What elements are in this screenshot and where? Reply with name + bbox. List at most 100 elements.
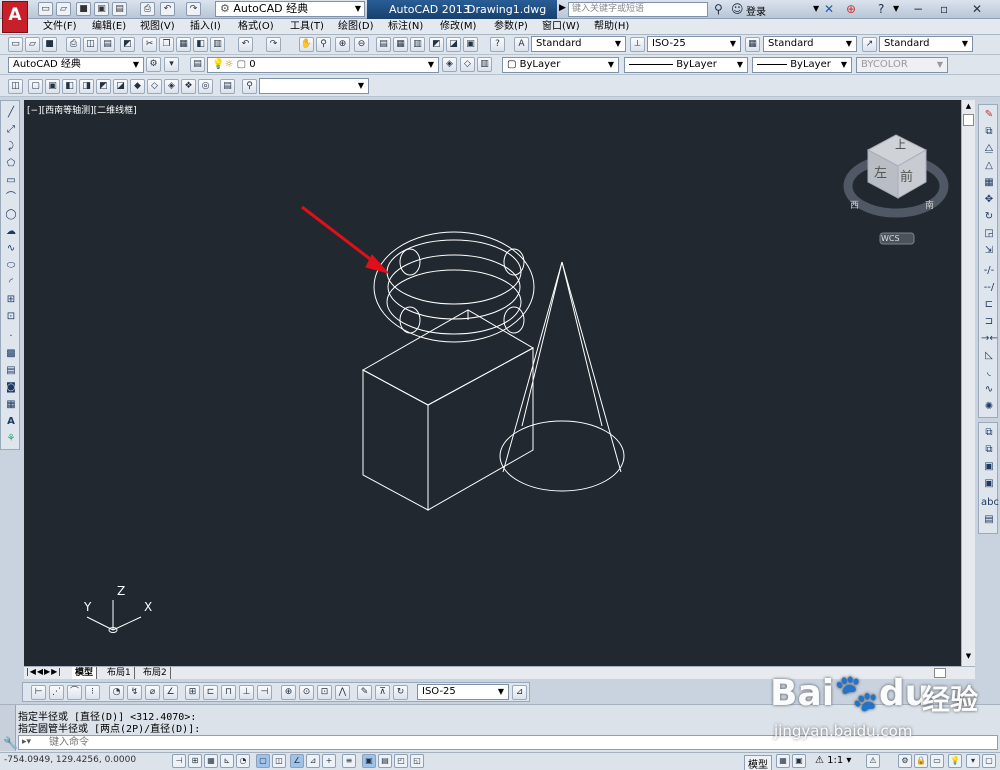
wcs-menu[interactable]: WCS [881,234,900,243]
gradient-icon[interactable]: ▤ [3,363,19,379]
quick-view-drawings-icon[interactable]: ▣ [792,754,806,768]
pan-icon[interactable]: ✋ [299,37,314,52]
bring-above-icon[interactable]: ▣ [981,459,997,475]
insert-block-icon[interactable]: ⊞ [3,292,19,308]
osnap-icon[interactable]: ▢ [256,754,270,768]
view-back-icon[interactable]: ◪ [113,79,128,94]
bring-front-icon[interactable]: ⧉ [981,425,997,441]
coordinates-readout[interactable]: -754.0949, 129.4256, 0.0000 [4,755,136,765]
scroll-down-icon[interactable]: ▼ [963,652,974,663]
multileader-style-dropdown[interactable]: Standard ▼ [879,36,973,52]
annotation-visibility-icon[interactable]: ⚠ [866,754,880,768]
construction-line-icon[interactable]: ⤢ [3,122,19,138]
table-style-icon[interactable]: ▦ [745,37,760,52]
zoom-previous-icon[interactable]: ⊖ [354,37,369,52]
quick-view-layouts-icon[interactable]: ▦ [776,754,790,768]
workspace-toolbar-dropdown[interactable]: AutoCAD 经典 ▼ [8,57,144,73]
lineweight-icon[interactable]: ≡ [342,754,356,768]
view-dropdown[interactable]: ▼ [259,78,369,94]
dim-style-manager-icon[interactable]: ⊿ [512,685,527,700]
undo-toolbar-icon[interactable]: ↶ [238,37,253,52]
publish-toolbar-icon[interactable]: ▤ [100,37,115,52]
workspace-dropdown[interactable]: ⚙ AutoCAD 经典 ▼ [215,1,365,17]
circle-icon[interactable]: ◯ [3,207,19,223]
offset-icon[interactable]: △ [981,158,997,174]
inspection-icon[interactable]: ⊡ [317,685,332,700]
blend-icon[interactable]: ∿ [981,382,997,398]
visual-style-icon[interactable]: ▤ [220,79,235,94]
join-icon[interactable]: →← [981,331,998,347]
close-icon[interactable]: ✕ [972,2,982,17]
tab-layout1[interactable]: 布局1 [104,667,135,679]
workspace-settings-icon[interactable]: ⚙ [146,57,161,72]
spline-icon[interactable]: ∿ [3,241,19,257]
tool-palettes-icon[interactable]: ▥ [410,37,425,52]
help-toolbar-icon[interactable]: ? [490,37,505,52]
menu-dimension[interactable]: 标注(N) [388,19,423,35]
autodesk-360-icon[interactable]: ⊕ [846,2,856,17]
paste-icon[interactable]: ▦ [176,37,191,52]
preview-icon[interactable]: ◫ [83,37,98,52]
view-bottom-icon[interactable]: ▣ [45,79,60,94]
command-customize-icon[interactable]: ▸▾ [22,737,31,747]
linetype-dropdown[interactable]: ByLayer ▼ [624,57,748,73]
send-under-icon[interactable]: ▣ [981,476,997,492]
tab-layout2[interactable]: 布局2 [140,667,171,679]
workspace-save-icon[interactable]: ▾ [164,57,179,72]
make-block-icon[interactable]: ⊡ [3,309,19,325]
view-sw-iso-icon[interactable]: ◆ [130,79,145,94]
layer-state-icon[interactable]: ▥ [477,57,492,72]
tab-model[interactable]: 模型 [72,667,98,679]
3d-osnap-icon[interactable]: ◫ [272,754,286,768]
annotation-scale[interactable]: ⚠ 1:1 ▾ [815,755,851,766]
make-current-icon[interactable]: ◈ [442,57,457,72]
menu-draw[interactable]: 绘图(D) [338,19,374,35]
copy-object-icon[interactable]: ⧉ [981,124,997,140]
workspace-switch-icon[interactable]: ⚙ [898,754,912,768]
infer-constraints-icon[interactable]: ⊣ [172,754,186,768]
quickcalc-icon[interactable]: ▣ [463,37,478,52]
viewcube-top-label[interactable]: 上 [895,136,906,152]
multileader-style-icon[interactable]: ↗ [862,37,877,52]
center-mark-icon[interactable]: ⊙ [299,685,314,700]
scroll-up-icon[interactable]: ▲ [963,102,974,113]
dim-toolbar-style-dropdown[interactable]: ISO-25 ▼ [417,684,509,700]
stretch-icon[interactable]: ⇲ [981,243,997,259]
view-right-icon[interactable]: ◨ [79,79,94,94]
text-style-dropdown[interactable]: Standard ▼ [531,36,626,52]
viewcube-front-label[interactable]: 前 [900,166,913,185]
arc-icon[interactable]: ⌒ [3,190,19,206]
layer-dropdown[interactable]: 💡☼ ▢ 0 ▼ [207,57,439,73]
ellipse-arc-icon[interactable]: ◜ [3,275,19,291]
jogged-linear-icon[interactable]: ⋀ [335,685,350,700]
transparency-icon[interactable]: ▣ [362,754,376,768]
tolerance-icon[interactable]: ⊕ [281,685,296,700]
viewcube-left-label[interactable]: 左 [874,162,887,181]
undo-icon[interactable]: ↶ [160,2,175,16]
help-dropdown-icon[interactable]: ▼ [893,4,899,13]
quick-properties-icon[interactable]: ▤ [378,754,392,768]
jogged-dim-icon[interactable]: ↯ [127,685,142,700]
dim-update-icon[interactable]: ↻ [393,685,408,700]
tab-nav-icon[interactable]: |◀◀▶▶| [26,667,62,676]
minimize-icon[interactable]: − [913,2,923,17]
design-center-icon[interactable]: ▦ [393,37,408,52]
angular-dim-icon[interactable]: ∠ [163,685,178,700]
send-back-icon[interactable]: ⧉ [981,442,997,458]
status-menu-icon[interactable]: ▾ [966,754,980,768]
erase-icon[interactable]: ✎ [981,107,997,123]
menu-help[interactable]: 帮助(H) [594,19,629,35]
linear-dim-icon[interactable]: ⊢ [31,685,46,700]
zoom-search-icon[interactable]: ⚲ [242,79,257,94]
menu-modify[interactable]: 修改(M) [440,19,476,35]
isolate-objects-icon[interactable]: 💡 [948,754,962,768]
open-icon[interactable]: ▱ [56,2,71,16]
view-ne-iso-icon[interactable]: ◈ [164,79,179,94]
point-icon[interactable]: · [3,329,19,345]
menu-file[interactable]: 文件(F) [43,19,77,35]
binoculars-icon[interactable]: ⚲ [714,2,723,17]
extend-icon[interactable]: --/ [981,280,997,296]
annotation-monitor-icon[interactable]: ◱ [410,754,424,768]
dim-style-icon[interactable]: ⟂ [630,37,645,52]
user-icon[interactable]: ☺ [731,2,744,17]
